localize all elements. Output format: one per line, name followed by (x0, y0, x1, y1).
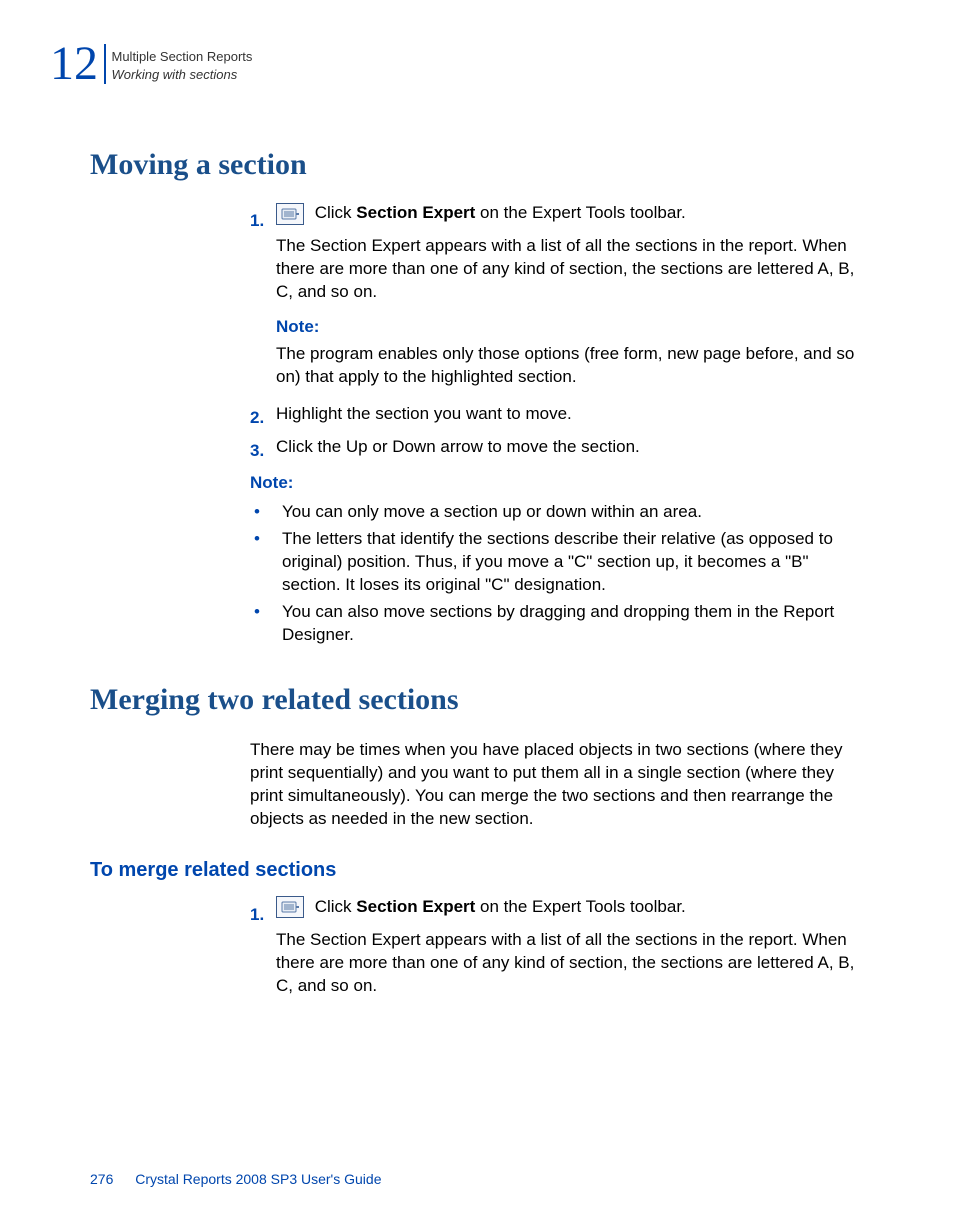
bullet-3-text: You can also move sections by dragging a… (282, 601, 864, 647)
step1-text-bold: Section Expert (356, 203, 475, 222)
bullet-3: • You can also move sections by dragging… (250, 601, 864, 647)
merging-step-1: 1. Click Section Expert on the Expert To… (250, 896, 864, 1010)
page-header: 12 Multiple Section Reports Working with… (50, 40, 864, 88)
bullet-1: • You can only move a section up or down… (250, 501, 864, 524)
bullet-dot: • (250, 528, 282, 551)
bullet-dot: • (250, 501, 282, 524)
heading-merging-sections: Merging two related sections (90, 683, 864, 717)
merging-content: 1. Click Section Expert on the Expert To… (250, 896, 864, 1010)
page-footer: 276 Crystal Reports 2008 SP3 User's Guid… (90, 1171, 381, 1187)
moving-step-3: 3. Click the Up or Down arrow to move th… (250, 436, 864, 463)
step-2-text: Highlight the section you want to move. (276, 403, 864, 426)
step-number-2: 2. (250, 403, 276, 430)
bullet-2-text: The letters that identify the sections d… (282, 528, 864, 597)
step-3-text: Click the Up or Down arrow to move the s… (276, 436, 864, 459)
note-1-body: The program enables only those options (… (276, 343, 864, 389)
step-1-body: Click Section Expert on the Expert Tools… (276, 202, 864, 389)
section-expert-icon (276, 203, 304, 225)
page-number: 276 (90, 1171, 113, 1187)
merge-step1-text-prefix: Click (310, 897, 356, 916)
header-text-block: Multiple Section Reports Working with se… (112, 40, 253, 84)
step1-text-prefix: Click (310, 203, 356, 222)
merge-step1-description: The Section Expert appears with a list o… (276, 929, 864, 998)
moving-step-2: 2. Highlight the section you want to mov… (250, 403, 864, 430)
heading-moving-a-section: Moving a section (90, 148, 864, 182)
moving-notes-list: • You can only move a section up or down… (250, 501, 864, 647)
bullet-dot: • (250, 601, 282, 624)
step-number-3: 3. (250, 436, 276, 463)
section-expert-icon (276, 896, 304, 918)
footer-title: Crystal Reports 2008 SP3 User's Guide (135, 1171, 381, 1187)
merge-step1-text-bold: Section Expert (356, 897, 475, 916)
bullet-2: • The letters that identify the sections… (250, 528, 864, 597)
merging-intro-content: There may be times when you have placed … (250, 739, 864, 831)
chapter-number: 12 (50, 40, 98, 88)
sub-heading-merge: To merge related sections (90, 859, 864, 882)
step1-description: The Section Expert appears with a list o… (276, 235, 864, 304)
moving-content: 1. Click Section Expert on the Expert To… (250, 202, 864, 647)
note-label-2: Note: (250, 472, 864, 495)
step1-text-suffix: on the Expert Tools toolbar. (475, 203, 685, 222)
bullet-1-text: You can only move a section up or down w… (282, 501, 864, 524)
merge-step-1-body: Click Section Expert on the Expert Tools… (276, 896, 864, 1010)
header-divider (104, 44, 106, 84)
merging-intro-para: There may be times when you have placed … (250, 739, 864, 831)
step-number-1: 1. (250, 202, 276, 233)
merge-step1-text-suffix: on the Expert Tools toolbar. (475, 897, 685, 916)
moving-step-1: 1. Click Section Expert on the Expert To… (250, 202, 864, 389)
header-line2: Working with sections (112, 66, 253, 84)
header-line1: Multiple Section Reports (112, 48, 253, 66)
note-label-1: Note: (276, 316, 864, 339)
merge-step-number-1: 1. (250, 896, 276, 927)
